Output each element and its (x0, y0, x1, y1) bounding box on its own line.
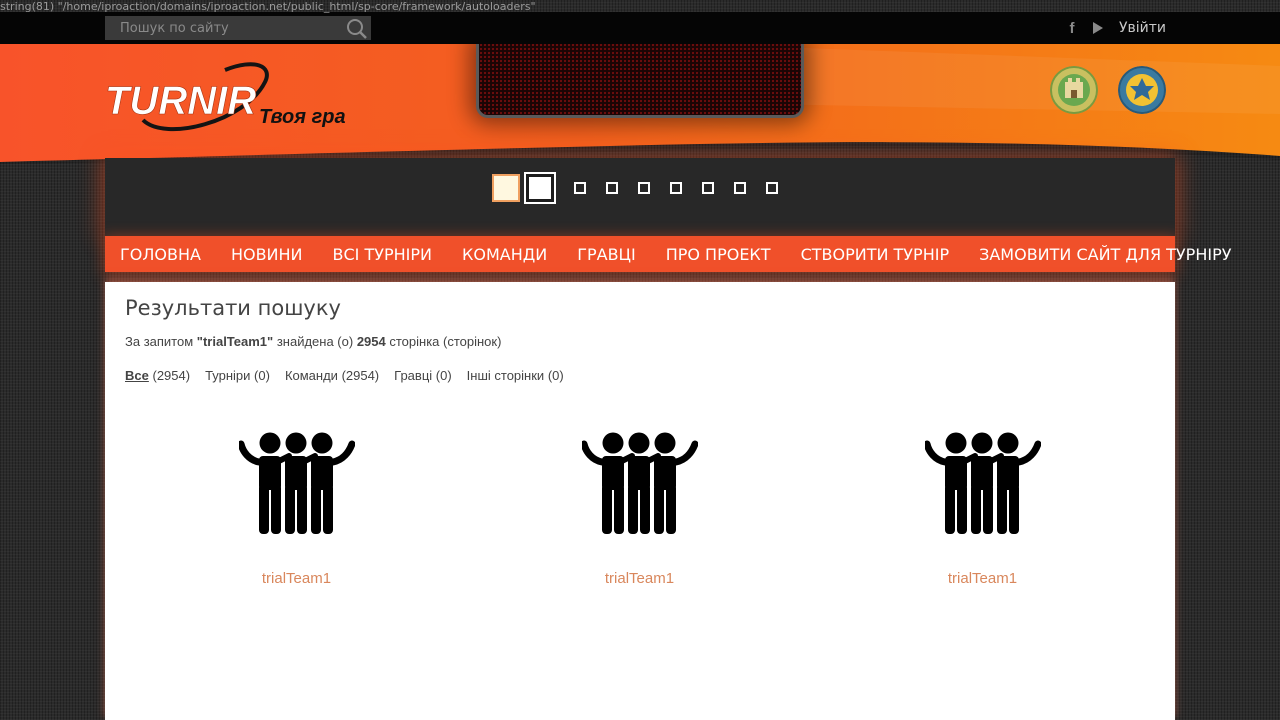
search-summary: За запитом "trialTeam1" знайдена (о) 295… (125, 334, 501, 349)
person-figure (996, 432, 1019, 534)
filter-players-link[interactable]: Гравці (394, 368, 432, 383)
main-nav: ГОЛОВНА НОВИНИ ВСІ ТУРНІРИ КОМАНДИ ГРАВЦ… (105, 236, 1231, 272)
person-figure (258, 432, 281, 534)
nav-item-order-site[interactable]: ЗАМОВИТИ САЙТ ДЛЯ ТУРНІРУ (964, 245, 1246, 264)
filter-count: (0) (547, 368, 564, 383)
filter-all: Все (2954) (125, 368, 190, 383)
debug-output: string(81) "/home/iproaction/domains/ipr… (0, 0, 536, 13)
top-bar: f Увійти (0, 12, 1280, 44)
slider-dot[interactable] (524, 172, 556, 204)
slider-dot[interactable] (766, 182, 778, 194)
summary-query: "trialTeam1" (196, 334, 274, 349)
slogan: Твоя гра (259, 106, 346, 128)
filter-teams-link[interactable]: Команди (285, 368, 338, 383)
result-item: trialTeam1 (811, 432, 1154, 587)
filter-other-link[interactable]: Інші сторінки (467, 368, 545, 383)
site-header: TURNIR Твоя гра (0, 40, 1280, 164)
person-figure (601, 432, 624, 534)
slider-dot[interactable] (670, 182, 682, 194)
federation-emblem-icon[interactable] (1118, 66, 1166, 114)
slider-dots (105, 172, 1175, 204)
youtube-icon[interactable] (1092, 22, 1103, 34)
search-form (105, 16, 371, 40)
main-content: Результати пошуку За запитом "trialTeam1… (105, 282, 1175, 720)
person-figure (284, 432, 307, 534)
person-figure (627, 432, 650, 534)
search-input[interactable] (105, 16, 356, 40)
team-link[interactable]: trialTeam1 (125, 570, 468, 587)
team-icon[interactable] (924, 432, 1041, 536)
person-figure (653, 432, 676, 534)
summary-prefix: За запитом (125, 334, 194, 349)
filter-other: Інші сторінки (0) (467, 368, 564, 383)
team-icon[interactable] (238, 432, 355, 536)
nav-item-about[interactable]: ПРО ПРОЕКТ (651, 245, 786, 264)
slider-dot[interactable] (734, 182, 746, 194)
slider-dot[interactable] (574, 182, 586, 194)
scoreboard-led (479, 43, 801, 115)
slider-dot[interactable] (702, 182, 714, 194)
nav-item-teams[interactable]: КОМАНДИ (447, 245, 562, 264)
result-item: trialTeam1 (125, 432, 468, 587)
nav-item-news[interactable]: НОВИНИ (216, 245, 318, 264)
nav-item-create-tournament[interactable]: СТВОРИТИ ТУРНІР (786, 245, 965, 264)
filter-players: Гравці (0) (394, 368, 452, 383)
search-button[interactable] (345, 17, 369, 39)
nav-item-home[interactable]: ГОЛОВНА (105, 245, 216, 264)
person-figure (970, 432, 993, 534)
nav-item-tournaments[interactable]: ВСІ ТУРНІРИ (318, 245, 448, 264)
person-figure (944, 432, 967, 534)
login-link[interactable]: Увійти (1119, 20, 1166, 36)
search-icon (347, 19, 367, 39)
summary-middle: знайдена (о) (276, 334, 354, 349)
slider-dot[interactable] (606, 182, 618, 194)
team-link[interactable]: trialTeam1 (811, 570, 1154, 587)
team-icon[interactable] (581, 432, 698, 536)
results-list: trialTeam1 trialTeam1 trialTeam1 (125, 432, 1155, 587)
result-filters: Все (2954) Турніри (0) Команди (2954) Гр… (125, 368, 564, 383)
scoreboard-display (476, 40, 804, 118)
logo-text: TURNIR (105, 79, 256, 123)
person-figure (310, 432, 333, 534)
top-right-links: f Увійти (1063, 12, 1166, 44)
team-link[interactable]: trialTeam1 (468, 570, 811, 587)
filter-count: (0) (254, 368, 270, 383)
city-emblem-icon[interactable] (1050, 66, 1098, 114)
page-title: Результати пошуку (125, 296, 341, 320)
filter-all-link[interactable]: Все (125, 368, 149, 383)
filter-tournaments: Турніри (0) (205, 368, 270, 383)
summary-suffix: сторінка (сторінок) (389, 334, 502, 349)
filter-count: (0) (435, 368, 452, 383)
summary-count: 2954 (356, 334, 386, 349)
slider-dot[interactable] (492, 174, 520, 202)
nav-item-players[interactable]: ГРАВЦІ (562, 245, 650, 264)
filter-teams: Команди (2954) (285, 368, 379, 383)
filter-count: (2954) (341, 368, 380, 383)
filter-tournaments-link[interactable]: Турніри (205, 368, 250, 383)
result-item: trialTeam1 (468, 432, 811, 587)
filter-count: (2954) (152, 368, 191, 383)
slider-dot[interactable] (638, 182, 650, 194)
banner-slider (105, 158, 1175, 236)
facebook-icon[interactable]: f (1063, 20, 1081, 37)
